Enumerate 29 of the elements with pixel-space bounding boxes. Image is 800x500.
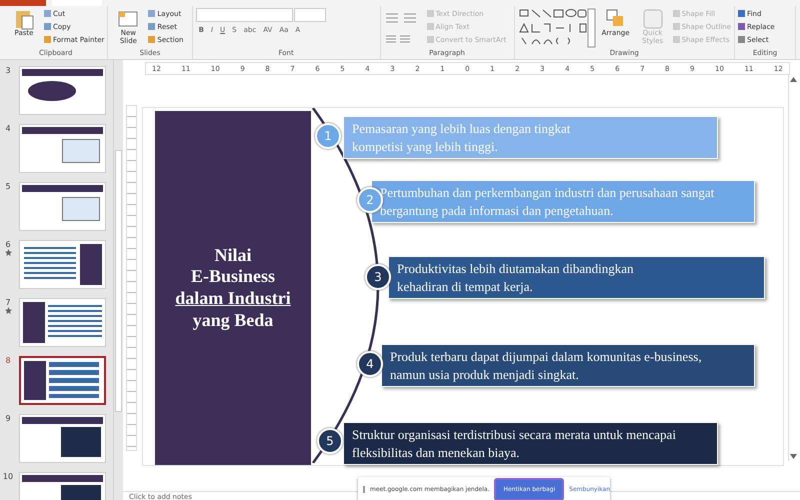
slide-number: 5: [5, 182, 11, 191]
scroll-down-icon[interactable]: [790, 454, 797, 459]
point-box: Produk terbaru dapat dijumpai dalam komunitas e-business, namun usia produk menjadi singkat.: [381, 344, 755, 388]
slide-number: 3: [5, 66, 11, 75]
number-badge: 5: [317, 428, 343, 454]
shapes-gallery[interactable]: [518, 8, 596, 48]
slide-number: 4: [5, 124, 11, 133]
drag-handle-icon[interactable]: [363, 486, 365, 492]
slide-title-line: Nilai: [213, 244, 252, 266]
point-box: Struktur organisasi terdistribusi secara merata untuk mencapai fleksibilitas dan menekan biaya.: [343, 422, 718, 466]
font-name-field[interactable]: [196, 8, 293, 22]
slide-title-line: E-Business: [190, 266, 276, 288]
slide-number: 9: [5, 414, 11, 423]
slide-number: 7: [5, 298, 11, 307]
number-badge: 4: [357, 351, 383, 377]
point-box: Pemasaran yang lebih luas dengan tingkat kompetisi yang lebih tinggi.: [343, 116, 718, 160]
slide-number: 6: [5, 240, 11, 249]
point-box: Pertumbuhan dan perkembangan industri dan perusahaan sangat bergantung pada informasi dan pengetahuan.: [371, 180, 755, 224]
number-badge: 1: [315, 123, 341, 149]
slide-number: 8: [5, 356, 11, 365]
font-size-field[interactable]: [294, 8, 326, 22]
slide-thumbnail[interactable]: [19, 356, 106, 405]
slide-number: 10: [2, 472, 14, 481]
point-box: Produktivitas lebih diutamakan dibandingkan kehadiran di tempat kerja.: [388, 256, 765, 300]
scroll-up-icon[interactable]: [790, 77, 797, 82]
number-badge: 3: [365, 264, 391, 290]
scrollbar-thumb[interactable]: [115, 150, 122, 412]
slide-title-line: yang Beda: [192, 310, 274, 332]
slide-title-line: dalam Industri: [175, 288, 291, 310]
